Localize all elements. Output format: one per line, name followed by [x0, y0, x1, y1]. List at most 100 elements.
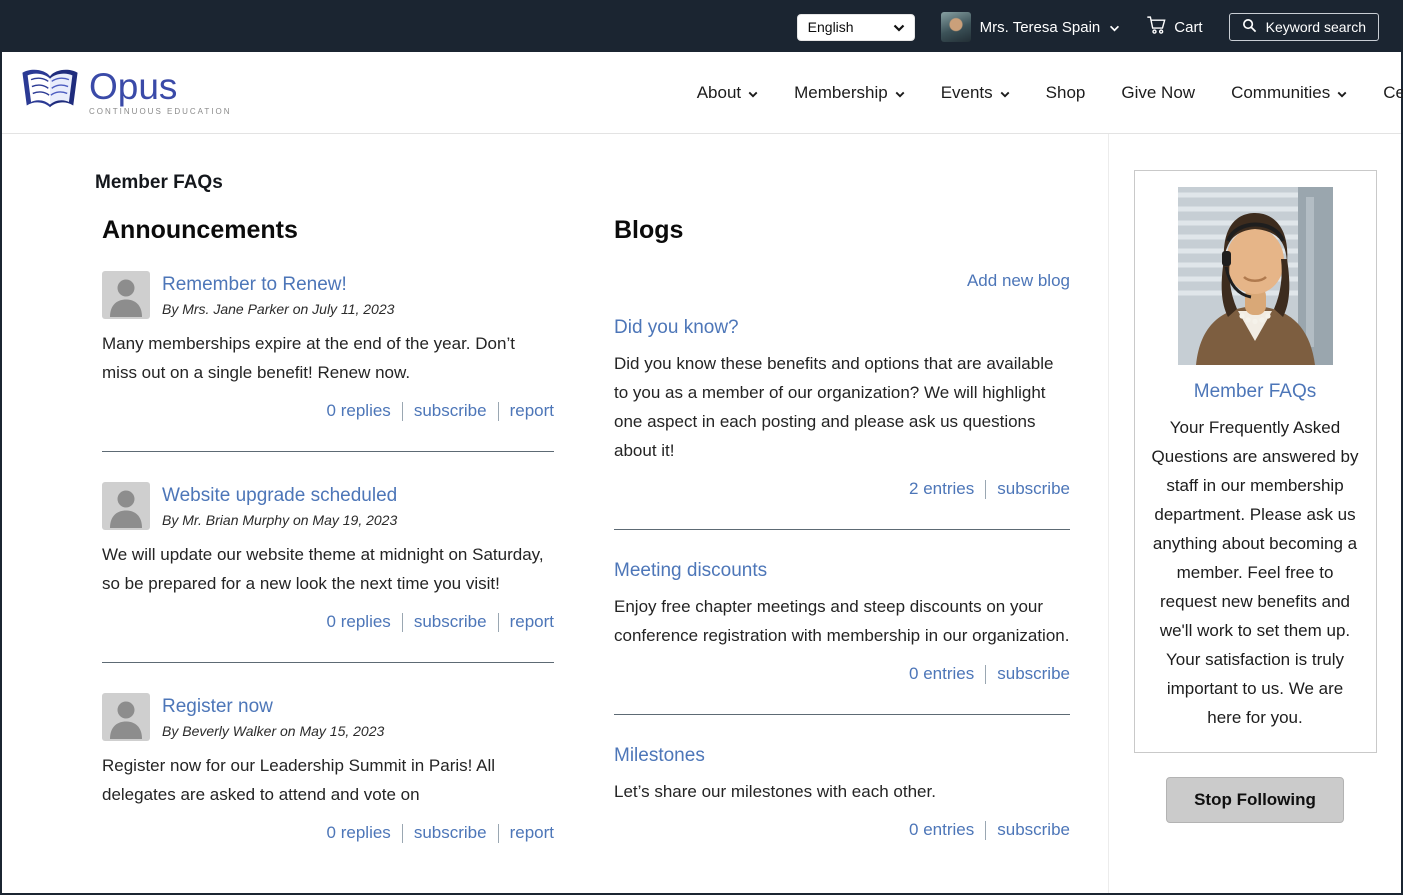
announcement-byline: By Beverly Walker on May 15, 2023: [162, 723, 384, 739]
user-name: Mrs. Teresa Spain: [980, 19, 1101, 36]
nav-events[interactable]: Events: [941, 83, 1010, 103]
announcement-byline: By Mr. Brian Murphy on May 19, 2023: [162, 512, 397, 528]
person-icon: [102, 693, 150, 741]
subscribe-link[interactable]: subscribe: [997, 664, 1070, 684]
community-description: Your Frequently Asked Questions are answ…: [1151, 413, 1360, 732]
nav-truncated[interactable]: Ce: [1383, 83, 1403, 103]
chevron-down-icon: [748, 83, 758, 103]
announcement-actions: 0 replies subscribe report: [102, 612, 554, 632]
keyword-search-button[interactable]: Keyword search: [1229, 13, 1379, 41]
nav-membership-label: Membership: [794, 83, 888, 103]
announcement-body: Register now for our Leadership Summit i…: [102, 751, 554, 809]
separator: [498, 402, 499, 421]
announcement-item: Website upgrade scheduled By Mr. Brian M…: [102, 482, 554, 663]
separator: [402, 402, 403, 421]
site-header: Opus CONTINUOUS EDUCATION About Membersh…: [2, 52, 1401, 134]
announcement-byline: By Mrs. Jane Parker on July 11, 2023: [162, 301, 394, 317]
divider: [102, 662, 554, 663]
replies-link[interactable]: 0 replies: [327, 823, 391, 843]
blog-title-link[interactable]: Milestones: [614, 745, 1070, 767]
chevron-down-icon: [895, 83, 905, 103]
blog-item: Milestones Let’s share our milestones wi…: [614, 745, 1070, 840]
replies-link[interactable]: 0 replies: [327, 401, 391, 421]
nav-membership[interactable]: Membership: [794, 83, 905, 103]
announcement-body: We will update our website theme at midn…: [102, 540, 554, 598]
cart-label: Cart: [1174, 19, 1202, 36]
person-icon: [102, 271, 150, 319]
announcement-item: Register now By Beverly Walker on May 15…: [102, 693, 554, 843]
announcement-actions: 0 replies subscribe report: [102, 401, 554, 421]
announcement-item: Remember to Renew! By Mrs. Jane Parker o…: [102, 271, 554, 452]
announcements-heading: Announcements: [102, 216, 554, 245]
blog-title-link[interactable]: Meeting discounts: [614, 560, 1070, 582]
topbar: English Mrs. Teresa Spain Cart Keyword s…: [2, 2, 1401, 52]
entries-link[interactable]: 0 entries: [909, 664, 974, 684]
subscribe-link[interactable]: subscribe: [414, 823, 487, 843]
person-icon: [102, 482, 150, 530]
nav-truncated-label: Ce: [1383, 83, 1403, 103]
announcement-body: Many memberships expire at the end of th…: [102, 329, 554, 387]
subscribe-link[interactable]: subscribe: [997, 479, 1070, 499]
book-logo-icon: [19, 67, 81, 118]
chevron-down-icon: [1109, 19, 1120, 36]
divider: [614, 714, 1070, 715]
stop-following-button[interactable]: Stop Following: [1166, 777, 1344, 823]
separator: [985, 480, 986, 499]
content-area: Member FAQs Announcements Remember to Re…: [2, 134, 1109, 893]
cart-icon: [1146, 15, 1167, 39]
subscribe-link[interactable]: subscribe: [414, 401, 487, 421]
announcement-title-link[interactable]: Remember to Renew!: [162, 274, 394, 296]
page-title: Member FAQs: [95, 172, 1108, 194]
separator: [402, 613, 403, 632]
separator: [985, 821, 986, 840]
community-card: Member FAQs Your Frequently Asked Questi…: [1134, 170, 1377, 753]
blog-actions: 2 entries subscribe: [614, 479, 1070, 499]
separator: [498, 824, 499, 843]
logo-text: Opus: [89, 69, 232, 104]
replies-link[interactable]: 0 replies: [327, 612, 391, 632]
add-new-blog-link[interactable]: Add new blog: [967, 271, 1070, 290]
report-link[interactable]: report: [510, 823, 554, 843]
announcement-title-link[interactable]: Register now: [162, 696, 384, 718]
search-icon: [1242, 18, 1257, 36]
blog-body: Enjoy free chapter meetings and steep di…: [614, 592, 1070, 650]
blog-item: Meeting discounts Enjoy free chapter mee…: [614, 560, 1070, 715]
chevron-down-icon: [1000, 83, 1010, 103]
blog-item: Did you know? Did you know these benefit…: [614, 317, 1070, 530]
cart-button[interactable]: Cart: [1146, 15, 1202, 39]
separator: [498, 613, 499, 632]
nav-shop-label: Shop: [1046, 83, 1086, 103]
chevron-down-icon: [1337, 83, 1347, 103]
entries-link[interactable]: 0 entries: [909, 820, 974, 840]
chevron-down-icon: [893, 19, 905, 35]
language-select[interactable]: English: [797, 14, 915, 41]
nav-give-now-label: Give Now: [1121, 83, 1195, 103]
blog-actions: 0 entries subscribe: [614, 664, 1070, 684]
report-link[interactable]: report: [510, 612, 554, 632]
keyword-search-label: Keyword search: [1266, 19, 1366, 35]
announcement-actions: 0 replies subscribe report: [102, 823, 554, 843]
subscribe-link[interactable]: subscribe: [414, 612, 487, 632]
report-link[interactable]: report: [510, 401, 554, 421]
nav-about[interactable]: About: [697, 83, 758, 103]
announcements-section: Announcements Remember to Renew! By Mrs.…: [102, 208, 554, 843]
community-sidebar: Member FAQs Your Frequently Asked Questi…: [1109, 134, 1401, 893]
nav-communities[interactable]: Communities: [1231, 83, 1347, 103]
main-nav: About Membership Events Shop Give Now Co…: [697, 83, 1401, 103]
announcement-title-link[interactable]: Website upgrade scheduled: [162, 485, 397, 507]
community-name-link[interactable]: Member FAQs: [1151, 381, 1360, 403]
subscribe-link[interactable]: subscribe: [997, 820, 1070, 840]
user-menu[interactable]: Mrs. Teresa Spain: [941, 12, 1121, 42]
separator: [985, 665, 986, 684]
divider: [102, 451, 554, 452]
divider: [614, 529, 1070, 530]
blogs-section: Blogs Add new blog Did you know? Did you…: [614, 208, 1070, 843]
nav-give-now[interactable]: Give Now: [1121, 83, 1195, 103]
nav-shop[interactable]: Shop: [1046, 83, 1086, 103]
logo[interactable]: Opus CONTINUOUS EDUCATION: [19, 67, 232, 118]
nav-events-label: Events: [941, 83, 993, 103]
entries-link[interactable]: 2 entries: [909, 479, 974, 499]
separator: [402, 824, 403, 843]
blog-title-link[interactable]: Did you know?: [614, 317, 1070, 339]
main-area: Member FAQs Announcements Remember to Re…: [2, 134, 1401, 893]
